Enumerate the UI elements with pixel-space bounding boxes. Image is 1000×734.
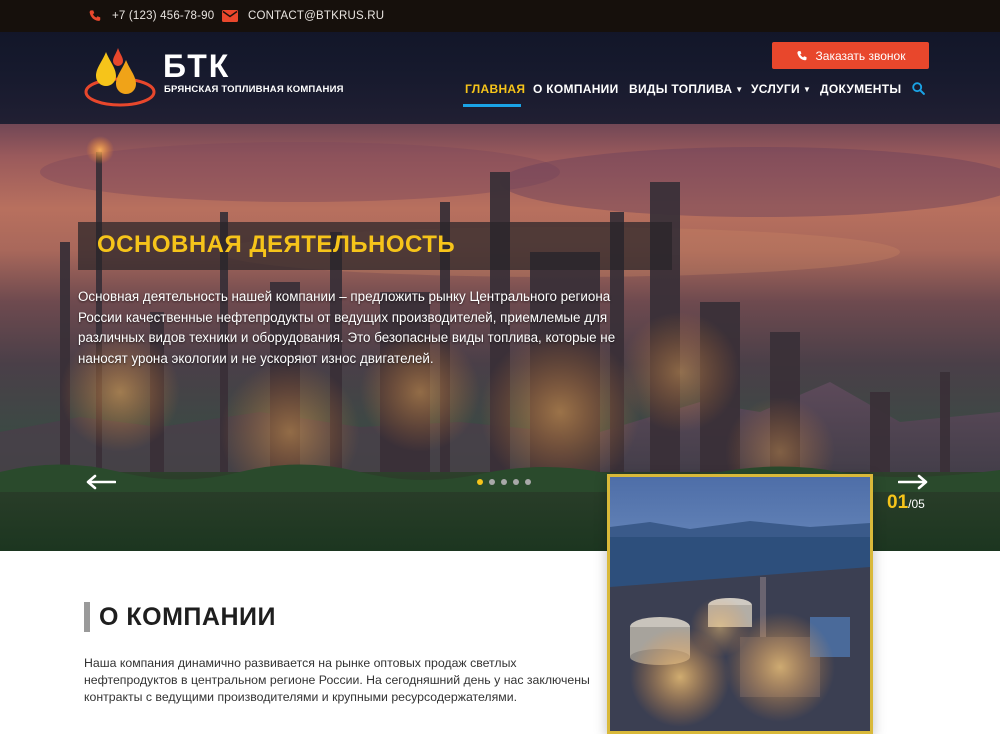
nav-active-indicator bbox=[463, 104, 521, 107]
nav-item-documents[interactable]: ДОКУМЕНТЫ bbox=[820, 82, 901, 96]
email-address: CONTACT@BTKRUS.RU bbox=[248, 10, 385, 22]
top-bar: +7 (123) 456-78-90 CONTACT@BTKRUS.RU bbox=[0, 0, 1000, 32]
slide-total: /05 bbox=[908, 497, 925, 511]
slider-dot[interactable] bbox=[501, 479, 507, 485]
order-call-button[interactable]: Заказать звонок bbox=[772, 42, 929, 69]
logo-icon[interactable] bbox=[84, 46, 156, 108]
slider-next-arrow-icon[interactable] bbox=[898, 474, 928, 490]
topbar-email[interactable]: CONTACT@BTKRUS.RU bbox=[222, 0, 384, 32]
oil-terminal-image bbox=[610, 477, 870, 731]
about-section-text: Наша компания динамично развивается на р… bbox=[84, 656, 590, 704]
nav-item-about[interactable]: О КОМПАНИИ bbox=[533, 82, 619, 96]
topbar-phone[interactable]: +7 (123) 456-78-90 bbox=[88, 0, 214, 32]
slide-text: Основная деятельность нашей компании – п… bbox=[78, 289, 616, 366]
about-section-title: О КОМПАНИИ bbox=[99, 603, 276, 631]
nav-label: ДОКУМЕНТЫ bbox=[820, 82, 902, 96]
slide-title: ОСНОВНАЯ ДЕЯТЕЛЬНОСТЬ bbox=[97, 231, 456, 258]
section-title-accent bbox=[84, 602, 90, 632]
logo-title[interactable]: БТК bbox=[163, 50, 230, 82]
slider-prev-arrow-icon[interactable] bbox=[86, 474, 116, 490]
logo-subtitle: Брянская топливная компания bbox=[164, 84, 344, 95]
slider-dot[interactable] bbox=[477, 479, 483, 485]
about-photo bbox=[607, 474, 873, 734]
slide-counter: 01/05 bbox=[887, 492, 925, 514]
nav-label: ГЛАВНАЯ bbox=[465, 82, 526, 96]
nav-item-services[interactable]: УСЛУГИ ▼ bbox=[751, 82, 811, 96]
order-call-label: Заказать звонок bbox=[815, 48, 906, 63]
nav-label: УСЛУГИ bbox=[751, 82, 800, 96]
chevron-down-icon: ▼ bbox=[802, 84, 812, 94]
phone-number: +7 (123) 456-78-90 bbox=[112, 10, 215, 22]
phone-icon bbox=[796, 50, 807, 60]
nav-label: О КОМПАНИИ bbox=[533, 82, 619, 96]
search-icon[interactable] bbox=[912, 82, 925, 95]
slider-dot[interactable] bbox=[525, 479, 531, 485]
phone-icon bbox=[89, 10, 101, 21]
chevron-down-icon: ▼ bbox=[735, 84, 744, 94]
nav-label: ВИДЫ ТОПЛИВА bbox=[629, 82, 733, 96]
nav-item-fuel-types[interactable]: ВИДЫ ТОПЛИВА ▼ bbox=[629, 82, 744, 96]
slider-dots bbox=[477, 479, 531, 485]
nav-item-home[interactable]: ГЛАВНАЯ bbox=[465, 82, 525, 96]
slider-dot[interactable] bbox=[513, 479, 519, 485]
envelope-icon bbox=[222, 10, 238, 22]
slide-current: 01 bbox=[887, 492, 909, 513]
slider-dot[interactable] bbox=[489, 479, 495, 485]
